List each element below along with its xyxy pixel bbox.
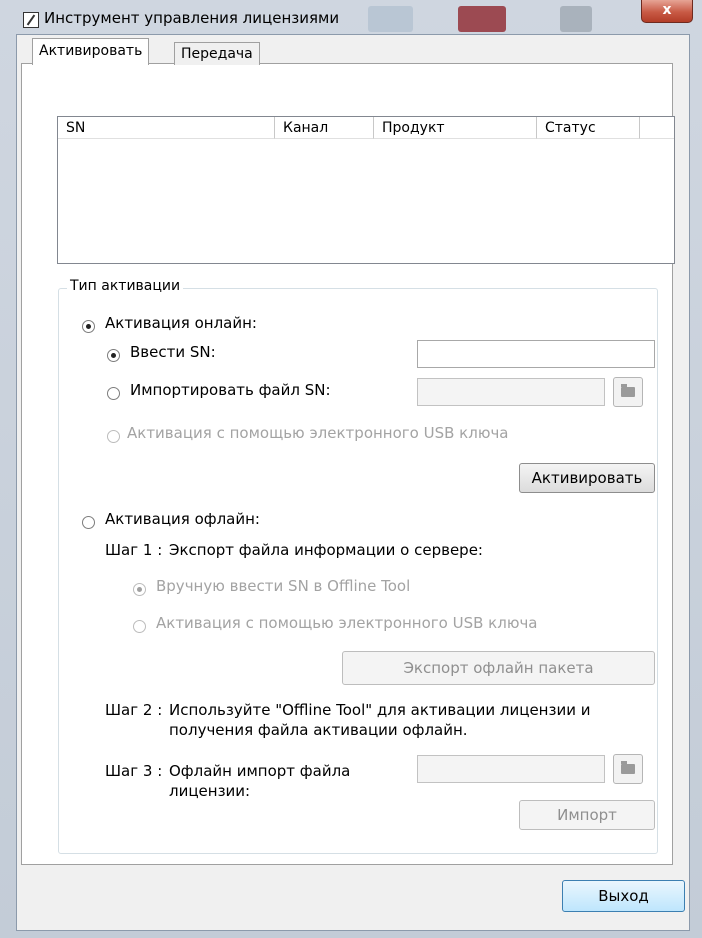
- online-activation-radio[interactable]: [82, 320, 95, 333]
- column-header-channel[interactable]: Канал: [275, 117, 374, 139]
- license-file-browse-button[interactable]: [613, 754, 643, 784]
- usb-key-online-label: Активация с помощью электронного USB клю…: [127, 424, 509, 442]
- title-bar: Инструмент управления лицензиями x: [0, 0, 702, 34]
- step3-text-line1: Офлайн импорт файла: [169, 762, 351, 780]
- import-button[interactable]: Импорт: [519, 800, 655, 830]
- sn-file-path-input[interactable]: [417, 378, 605, 406]
- exit-button[interactable]: Выход: [562, 880, 685, 912]
- step2-prefix: Шаг 2 :: [105, 701, 163, 719]
- import-sn-file-label: Импортировать файл SN:: [130, 381, 331, 399]
- tab-activate[interactable]: Активировать: [32, 38, 150, 65]
- manual-sn-radio[interactable]: [133, 583, 146, 596]
- title-bar-reflection: [368, 6, 413, 32]
- title-bar-reflection: [560, 6, 592, 32]
- step3-prefix: Шаг 3 :: [105, 762, 163, 780]
- column-header-status[interactable]: Статус: [537, 117, 640, 139]
- usb-key-offline-radio[interactable]: [133, 620, 146, 633]
- close-button[interactable]: x: [641, 0, 693, 23]
- enter-sn-radio[interactable]: [107, 349, 120, 362]
- enter-sn-label: Ввести SN:: [130, 343, 216, 361]
- title-bar-reflection: [458, 6, 506, 32]
- license-file-path-input[interactable]: [417, 755, 605, 783]
- column-header-filler: [640, 117, 674, 139]
- license-tool-icon: [23, 12, 39, 28]
- step3-text-line2: лицензии:: [169, 782, 251, 800]
- license-table[interactable]: SN Канал Продукт Статус: [57, 116, 675, 264]
- tab-transfer[interactable]: Передача: [174, 42, 260, 65]
- column-header-sn[interactable]: SN: [58, 117, 275, 139]
- activate-button[interactable]: Активировать: [519, 463, 655, 493]
- import-sn-file-radio[interactable]: [107, 387, 120, 400]
- offline-activation-radio[interactable]: [82, 516, 95, 529]
- license-tool-window: Инструмент управления лицензиями x Актив…: [0, 0, 702, 938]
- sn-input[interactable]: [417, 340, 655, 368]
- offline-activation-label: Активация офлайн:: [105, 510, 260, 528]
- step1-prefix: Шаг 1 :: [105, 541, 163, 559]
- window-title: Инструмент управления лицензиями: [44, 9, 340, 27]
- activation-type-legend: Тип активации: [67, 278, 184, 294]
- usb-key-offline-label: Активация с помощью электронного USB клю…: [156, 614, 538, 632]
- sn-file-browse-button[interactable]: [613, 377, 643, 407]
- step2-text-line1: Используйте "Offline Tool" для активации…: [169, 701, 591, 719]
- step2-text-line2: получения файла активации офлайн.: [169, 721, 468, 739]
- column-header-product[interactable]: Продукт: [374, 117, 537, 139]
- step1-text: Экспорт файла информации о сервере:: [169, 541, 483, 559]
- folder-icon: [621, 384, 635, 397]
- folder-icon: [621, 761, 635, 774]
- usb-key-online-radio[interactable]: [107, 430, 120, 443]
- export-offline-package-button[interactable]: Экспорт офлайн пакета: [342, 651, 655, 685]
- online-activation-label: Активация онлайн:: [105, 314, 257, 332]
- manual-sn-label: Вручную ввести SN в Offline Tool: [156, 577, 411, 595]
